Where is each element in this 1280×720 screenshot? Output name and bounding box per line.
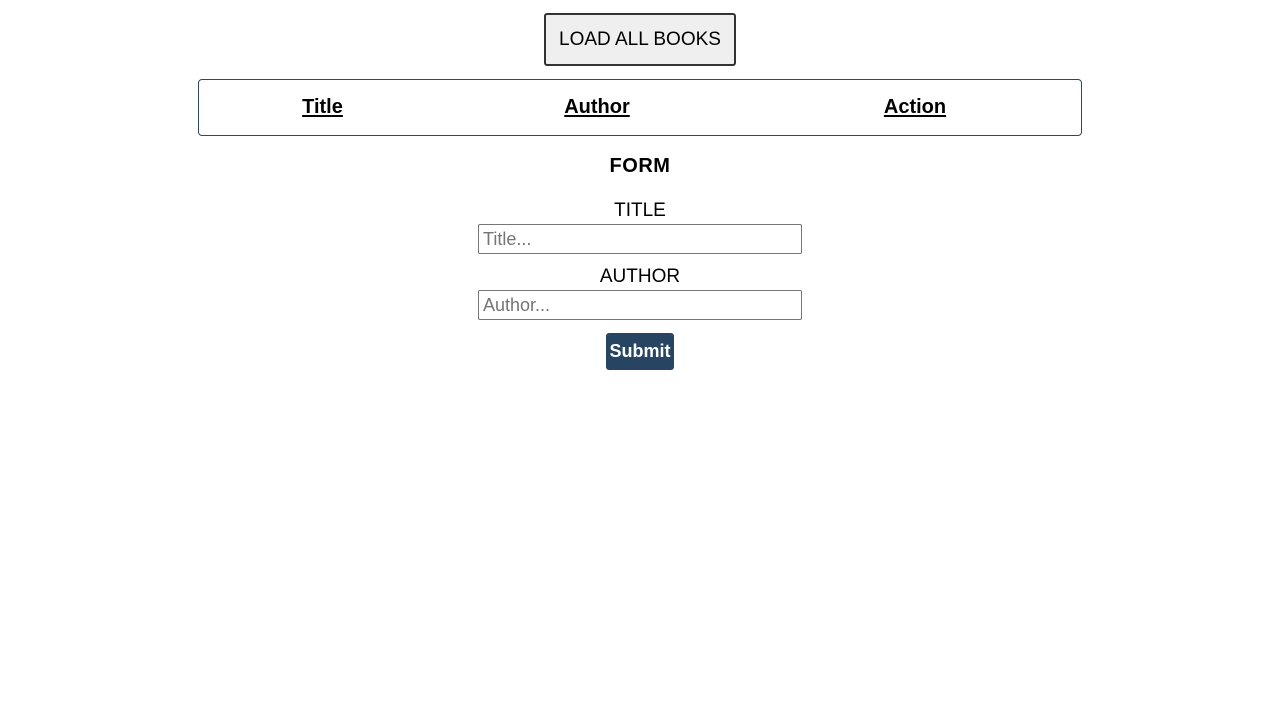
load-all-books-button[interactable]: LOAD ALL BOOKS <box>544 13 736 66</box>
submit-button[interactable]: Submit <box>606 333 674 370</box>
column-header-author[interactable]: Author <box>529 80 665 135</box>
column-header-action[interactable]: Action <box>849 80 981 135</box>
column-header-title[interactable]: Title <box>259 80 386 135</box>
title-input[interactable] <box>478 224 802 254</box>
form-heading: FORM <box>609 155 671 177</box>
books-table: Title Author Action <box>198 79 1082 136</box>
page: LOAD ALL BOOKS Title Author Action FORM … <box>0 0 1280 720</box>
title-label: TITLE <box>614 200 666 221</box>
author-input[interactable] <box>478 290 802 320</box>
author-label: AUTHOR <box>599 266 681 287</box>
